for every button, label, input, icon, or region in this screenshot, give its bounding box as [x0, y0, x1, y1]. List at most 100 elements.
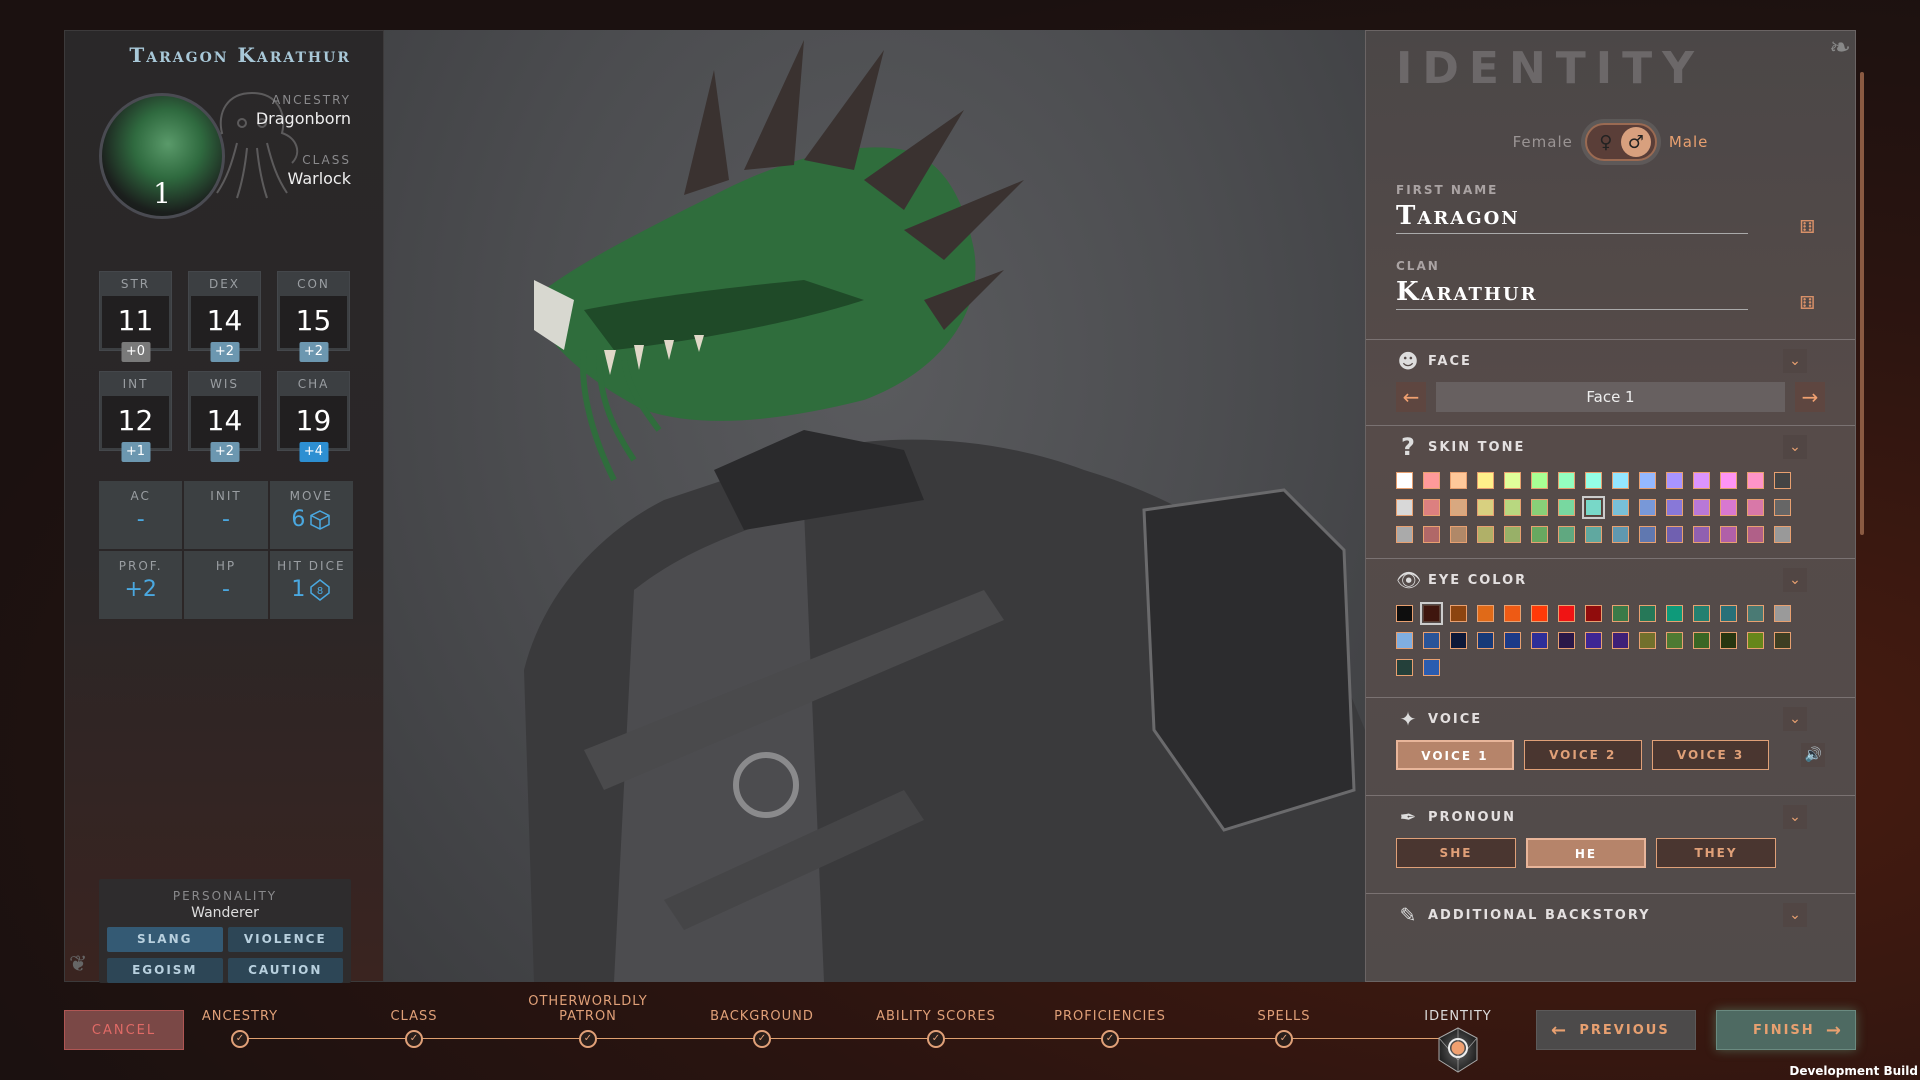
chevron-down-icon[interactable]: ⌄ — [1783, 349, 1807, 373]
eye-color-swatch[interactable] — [1396, 659, 1413, 676]
chevron-down-icon[interactable]: ⌄ — [1783, 568, 1807, 592]
previous-button[interactable]: ← PREVIOUS — [1536, 1010, 1696, 1050]
step-otherworldly-patron[interactable]: OTHERWORLDLY PATRON ✓ — [508, 992, 668, 1048]
skin-tone-swatch[interactable] — [1774, 499, 1791, 516]
eye-color-swatch[interactable] — [1612, 632, 1629, 649]
skin-tone-swatch[interactable] — [1504, 472, 1521, 489]
skin-tone-swatch[interactable] — [1747, 499, 1764, 516]
skin-tone-swatch[interactable] — [1396, 499, 1413, 516]
skin-tone-swatch[interactable] — [1396, 472, 1413, 489]
step-ancestry[interactable]: ANCESTRY ✓ — [160, 992, 320, 1048]
eye-color-swatch[interactable] — [1504, 605, 1521, 622]
skin-tone-swatch[interactable] — [1504, 526, 1521, 543]
face-prev-button[interactable]: ← — [1396, 382, 1426, 412]
eye-color-swatch[interactable] — [1639, 632, 1656, 649]
eye-color-swatch[interactable] — [1423, 632, 1440, 649]
eye-color-swatch[interactable] — [1558, 605, 1575, 622]
eye-color-swatch[interactable] — [1450, 632, 1467, 649]
eye-color-swatch[interactable] — [1774, 605, 1791, 622]
trait-tag[interactable]: SLANG — [107, 927, 223, 952]
skin-tone-swatch[interactable] — [1504, 499, 1521, 516]
eye-color-swatch[interactable] — [1477, 632, 1494, 649]
skin-tone-swatch[interactable] — [1612, 472, 1629, 489]
step-spells[interactable]: SPELLS ✓ — [1204, 992, 1364, 1048]
skin-tone-swatch[interactable] — [1477, 526, 1494, 543]
skin-tone-swatch[interactable] — [1774, 472, 1791, 489]
chevron-down-icon[interactable]: ⌄ — [1783, 707, 1807, 731]
eye-color-swatch[interactable] — [1666, 605, 1683, 622]
trait-tag[interactable]: VIOLENCE — [227, 927, 343, 952]
step-background[interactable]: BACKGROUND ✓ — [682, 992, 842, 1048]
skin-tone-swatch[interactable] — [1423, 526, 1440, 543]
randomize-first-name-dice-icon[interactable]: ⚅ — [1799, 217, 1815, 238]
female-label[interactable]: Female — [1513, 133, 1573, 151]
clan-input[interactable]: Karathur — [1396, 277, 1748, 310]
pronoun-option[interactable]: HE — [1526, 838, 1646, 868]
skin-tone-swatch[interactable] — [1693, 526, 1710, 543]
chevron-down-icon[interactable]: ⌄ — [1783, 805, 1807, 829]
skin-tone-swatch[interactable] — [1639, 526, 1656, 543]
skin-tone-swatch[interactable] — [1747, 472, 1764, 489]
skin-tone-swatch[interactable] — [1693, 499, 1710, 516]
skin-tone-swatch[interactable] — [1666, 499, 1683, 516]
skin-tone-swatch[interactable] — [1666, 472, 1683, 489]
step-class[interactable]: CLASS ✓ — [334, 992, 494, 1048]
pronoun-option[interactable]: THEY — [1656, 838, 1776, 868]
identity-scrollbar[interactable] — [1860, 72, 1864, 535]
trait-tag[interactable]: CAUTION — [227, 958, 343, 983]
skin-tone-swatch[interactable] — [1531, 472, 1548, 489]
skin-tone-swatch[interactable] — [1477, 472, 1494, 489]
backstory-textarea[interactable]: - Input your backstory here - — [1366, 932, 1855, 954]
eye-color-swatch[interactable] — [1720, 605, 1737, 622]
skin-tone-swatch[interactable] — [1531, 499, 1548, 516]
step-ability-scores[interactable]: ABILITY SCORES ✓ — [856, 992, 1016, 1048]
voice-option[interactable]: VOICE 2 — [1523, 740, 1642, 770]
speaker-icon[interactable]: 🔊 — [1801, 743, 1825, 767]
finish-button[interactable]: FINISH → — [1716, 1010, 1856, 1050]
trait-tag[interactable]: EGOISM — [107, 958, 223, 983]
female-symbol-icon[interactable]: ♀ — [1591, 127, 1621, 157]
skin-tone-swatch[interactable] — [1585, 526, 1602, 543]
character-3d-viewport[interactable] — [384, 30, 1365, 982]
chevron-down-icon[interactable]: ⌄ — [1783, 435, 1807, 459]
eye-color-swatch[interactable] — [1420, 602, 1443, 625]
eye-color-swatch[interactable] — [1693, 605, 1710, 622]
skin-tone-swatch[interactable] — [1477, 499, 1494, 516]
voice-option[interactable]: VOICE 1 — [1396, 740, 1514, 770]
eye-color-swatch[interactable] — [1396, 605, 1413, 622]
eye-color-swatch[interactable] — [1585, 605, 1602, 622]
eye-color-swatch[interactable] — [1747, 632, 1764, 649]
eye-color-swatch[interactable] — [1774, 632, 1791, 649]
skin-tone-swatch[interactable] — [1639, 472, 1656, 489]
skin-tone-swatch[interactable] — [1720, 472, 1737, 489]
skin-tone-swatch[interactable] — [1585, 472, 1602, 489]
skin-tone-swatch[interactable] — [1693, 472, 1710, 489]
eye-color-swatch[interactable] — [1612, 605, 1629, 622]
face-next-button[interactable]: → — [1795, 382, 1825, 412]
pronoun-option[interactable]: SHE — [1396, 838, 1516, 868]
chevron-down-icon[interactable]: ⌄ — [1783, 903, 1807, 927]
skin-tone-swatch[interactable] — [1531, 526, 1548, 543]
character-portrait[interactable]: 1 — [99, 93, 225, 219]
eye-color-swatch[interactable] — [1693, 632, 1710, 649]
skin-tone-swatch[interactable] — [1720, 526, 1737, 543]
eye-color-swatch[interactable] — [1747, 605, 1764, 622]
eye-color-swatch[interactable] — [1585, 632, 1602, 649]
step-identity[interactable]: IDENTITY — [1378, 992, 1538, 1078]
skin-tone-swatch[interactable] — [1612, 526, 1629, 543]
male-symbol-icon[interactable]: ♂ — [1620, 127, 1651, 157]
skin-tone-swatch[interactable] — [1558, 526, 1575, 543]
eye-color-swatch[interactable] — [1639, 605, 1656, 622]
skin-tone-swatch[interactable] — [1747, 526, 1764, 543]
voice-option[interactable]: VOICE 3 — [1651, 740, 1770, 770]
eye-color-swatch[interactable] — [1531, 605, 1548, 622]
male-label[interactable]: Male — [1669, 133, 1709, 151]
gender-toggle[interactable]: ♀ ♂ — [1584, 123, 1657, 161]
eye-color-swatch[interactable] — [1558, 632, 1575, 649]
skin-tone-swatch[interactable] — [1558, 499, 1575, 516]
skin-tone-swatch[interactable] — [1450, 472, 1467, 489]
eye-color-swatch[interactable] — [1396, 632, 1413, 649]
eye-color-swatch[interactable] — [1504, 632, 1521, 649]
eye-color-swatch[interactable] — [1531, 632, 1548, 649]
skin-tone-swatch[interactable] — [1423, 499, 1440, 516]
